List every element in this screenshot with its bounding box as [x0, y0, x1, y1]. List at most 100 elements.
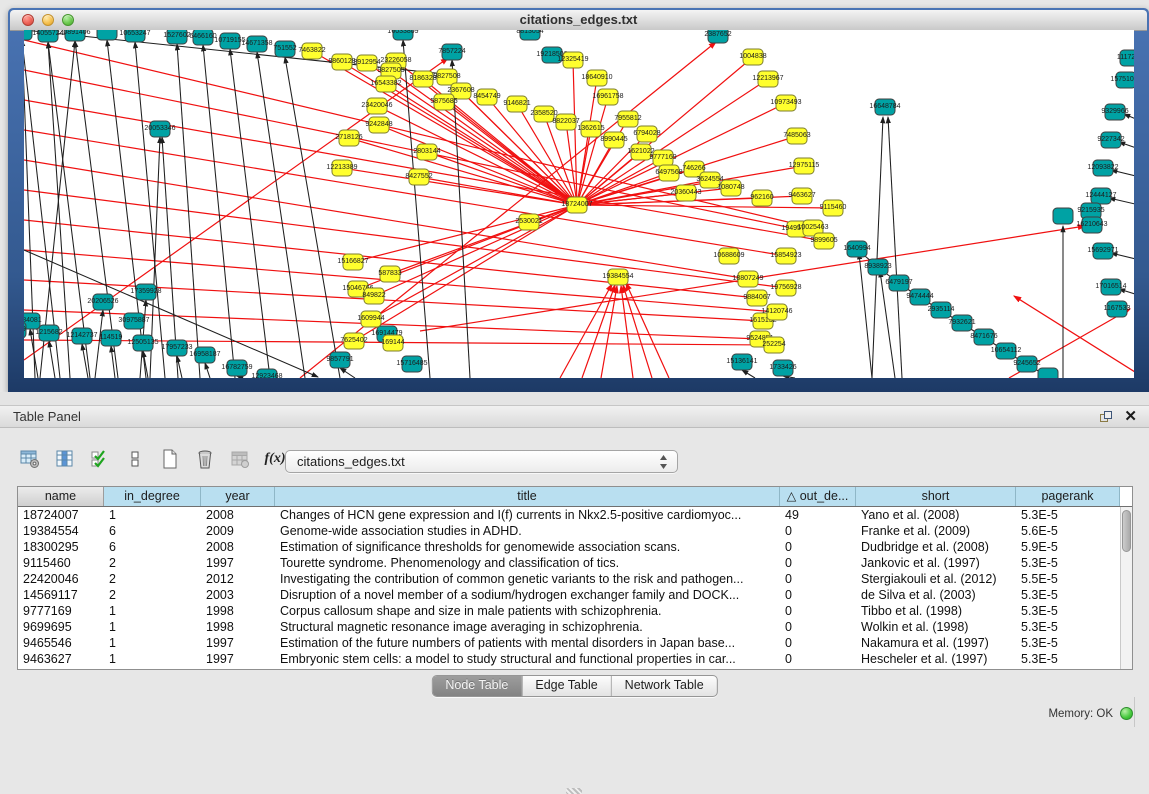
node-9115460[interactable]: 9115460 [820, 200, 847, 216]
edge[interactable] [285, 57, 340, 378]
node-20360443[interactable]: 20360443 [670, 185, 701, 201]
node-9857791[interactable]: 9857791 [326, 352, 353, 368]
edge[interactable] [1111, 170, 1134, 179]
node-12975115[interactable]: 12975115 [789, 158, 820, 174]
node-1527602[interactable]: 1527602 [163, 30, 190, 44]
panel-divider[interactable] [0, 392, 1149, 405]
node-1362615[interactable]: 1362615 [577, 121, 604, 137]
node-7932621[interactable]: 7932621 [948, 315, 975, 331]
table-row[interactable]: 1456911722003Disruption of a novel membe… [18, 587, 1120, 603]
column-header-pagerank[interactable]: pagerank [1016, 487, 1120, 506]
network-svg[interactable]: 1405572420891406106532471527602646616010… [24, 30, 1134, 378]
node-8822037[interactable]: 8822037 [552, 114, 579, 130]
node-15136141[interactable]: 15136141 [726, 354, 757, 370]
node-12444127[interactable]: 12444127 [1085, 188, 1116, 204]
node-7955812[interactable]: 7955812 [614, 111, 641, 127]
node-unlabeled[interactable] [97, 30, 117, 40]
node-16648784[interactable]: 16648784 [869, 99, 900, 115]
node-16958187[interactable]: 16958187 [189, 347, 220, 363]
edge[interactable] [205, 363, 210, 378]
edge[interactable] [452, 60, 470, 378]
tab-network-table[interactable]: Network Table [611, 676, 717, 696]
edge[interactable] [300, 42, 716, 378]
node-10654112[interactable]: 10654112 [991, 343, 1022, 359]
node-1117204[interactable]: 1117204 [1117, 50, 1134, 66]
node-20053346[interactable]: 20053346 [144, 121, 175, 137]
edge[interactable] [75, 41, 118, 378]
table-scrollbar-thumb[interactable] [1122, 510, 1131, 552]
node-18640910[interactable]: 18640910 [581, 70, 612, 86]
node-8427552[interactable]: 8427552 [405, 169, 432, 185]
node-6479197[interactable]: 6479197 [885, 275, 912, 291]
column-header-out_degree[interactable]: △ out_de... [780, 487, 856, 506]
node-1215682[interactable]: 1215682 [35, 325, 62, 341]
node-12142737[interactable]: 12142737 [66, 328, 97, 344]
node-12923468[interactable]: 12923468 [251, 369, 282, 378]
node-7625402[interactable]: 7625402 [340, 333, 367, 349]
node-6497568[interactable]: 6497568 [655, 165, 682, 181]
node-2718126[interactable]: 2718126 [335, 130, 362, 146]
node-587833[interactable]: 587833 [378, 266, 401, 282]
node-9242848[interactable]: 9242848 [365, 117, 392, 133]
column-header-year[interactable]: year [201, 487, 275, 506]
table-row[interactable]: 1872400712008Changes of HCN gene express… [18, 507, 1120, 523]
table-row[interactable]: 969969511998Structural magnetic resonanc… [18, 619, 1120, 635]
edge[interactable] [177, 44, 200, 378]
edge[interactable] [390, 205, 577, 274]
import-table-icon-disabled[interactable] [224, 444, 256, 474]
node-7857224[interactable]: 7857224 [438, 44, 465, 60]
node-unlabeled[interactable] [24, 30, 32, 40]
node-15692971[interactable]: 15692971 [1087, 243, 1118, 259]
node-7463822[interactable]: 7463822 [298, 43, 325, 59]
node-16033809[interactable]: 16033809 [387, 30, 418, 40]
node-5875685[interactable]: 5875685 [430, 94, 457, 110]
node-12213389[interactable]: 12213389 [326, 160, 357, 176]
node-8990445[interactable]: 8990445 [600, 132, 627, 148]
edge[interactable] [24, 190, 786, 288]
tab-edge-table[interactable]: Edge Table [521, 676, 610, 696]
node-751552[interactable]: 751552 [273, 41, 296, 57]
edge[interactable] [353, 205, 577, 262]
edge[interactable] [582, 285, 615, 378]
node-12505135[interactable]: 12505135 [127, 335, 158, 351]
column-header-in_degree[interactable]: in_degree [104, 487, 201, 506]
node-9245652[interactable]: 9245652 [1013, 356, 1040, 372]
node-16961758[interactable]: 16961758 [592, 89, 623, 105]
node-1004838[interactable]: 1004838 [739, 49, 766, 65]
close-panel-icon[interactable]: ✕ [1124, 408, 1137, 426]
node-19756928[interactable]: 19756928 [770, 280, 801, 296]
node-16210643[interactable]: 16210643 [1076, 217, 1107, 233]
edge[interactable] [872, 117, 883, 378]
node-962160[interactable]: 962160 [750, 190, 773, 206]
node-14671358[interactable]: 14671358 [241, 36, 272, 52]
network-canvas[interactable]: 1405572420891406106532471527602646616010… [24, 30, 1134, 378]
edge[interactable] [340, 368, 355, 378]
rows-icon[interactable] [119, 444, 151, 474]
node-1609944[interactable]: 1609944 [357, 311, 384, 327]
node-unlabeled[interactable] [1038, 368, 1058, 378]
node-8860128[interactable]: 8860128 [328, 54, 355, 70]
node-20891406[interactable]: 20891406 [59, 30, 90, 41]
edge[interactable] [1109, 198, 1134, 207]
node-10688609[interactable]: 10688609 [713, 248, 744, 264]
node-8471676[interactable]: 8471676 [970, 329, 997, 345]
table-scrollbar[interactable] [1120, 507, 1132, 669]
divider-grip-icon[interactable] [566, 788, 582, 794]
node-9329966[interactable]: 9329966 [1101, 104, 1128, 120]
table-row[interactable]: 2242004622012Investigating the contribut… [18, 571, 1120, 587]
column-header-title[interactable]: title [275, 487, 780, 506]
edge[interactable] [888, 117, 902, 378]
network-window-titlebar[interactable]: citations_edges.txt [10, 10, 1147, 31]
node-9474444[interactable]: 9474444 [906, 289, 933, 305]
edge[interactable] [1111, 253, 1134, 262]
edge[interactable] [374, 205, 577, 296]
edge[interactable] [30, 329, 38, 378]
node-17016514[interactable]: 17016514 [1095, 279, 1126, 295]
node-15751074[interactable]: 15751074 [1110, 72, 1134, 88]
node-2530021[interactable]: 2530021 [515, 214, 542, 230]
node-16782759[interactable]: 16782759 [221, 360, 252, 376]
node-169144[interactable]: 169144 [381, 335, 404, 351]
node-8813054[interactable]: 8813054 [516, 30, 543, 40]
table-settings-icon[interactable] [14, 444, 46, 474]
node-1167533[interactable]: 1167533 [1104, 301, 1131, 317]
